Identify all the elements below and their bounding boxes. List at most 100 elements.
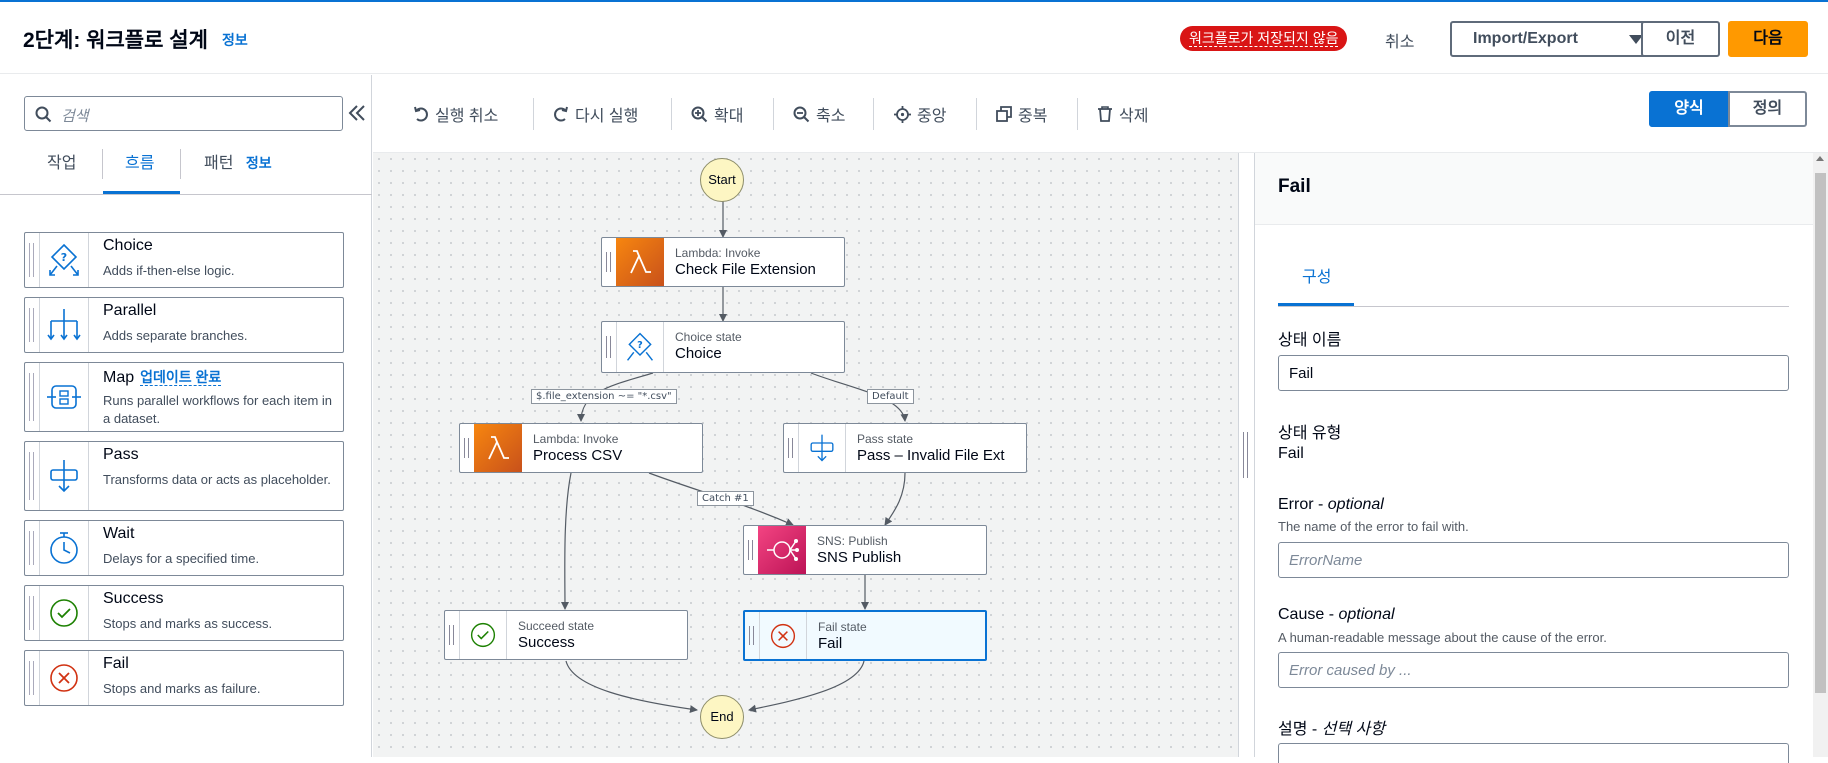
error-name-field[interactable]	[1278, 542, 1789, 578]
state-type-label: 상태 유형	[1278, 425, 1342, 442]
state-node-sns-publish[interactable]: SNS: Publish SNS Publish	[743, 525, 987, 575]
tab-configuration[interactable]: 구성	[1302, 263, 1331, 287]
end-node[interactable]: End	[700, 695, 744, 739]
center-button[interactable]: 중앙	[894, 102, 946, 126]
undo-button[interactable]: 실행 취소	[413, 102, 498, 126]
state-card-title: Choice	[103, 237, 153, 254]
cancel-button[interactable]: 취소	[1385, 28, 1414, 52]
drag-handle[interactable]	[29, 373, 34, 421]
state-card-title: Fail	[103, 655, 129, 672]
state-type-label: Lambda: Invoke	[533, 432, 619, 446]
zoom-out-button[interactable]: 축소	[793, 102, 845, 126]
state-type-label: SNS: Publish	[817, 534, 888, 548]
state-card-description: Adds if-then-else logic.	[103, 263, 235, 278]
state-node-choice[interactable]: ? Choice state Choice	[601, 321, 845, 373]
scroll-up-icon[interactable]	[1816, 156, 1824, 161]
drag-handle[interactable]	[464, 438, 469, 458]
drag-handle[interactable]	[606, 336, 611, 358]
state-card-pass[interactable]: Pass Transforms data or acts as placehol…	[24, 441, 344, 511]
drag-handle[interactable]	[29, 661, 34, 695]
tab-divider	[0, 194, 372, 195]
resize-handle[interactable]	[1243, 432, 1248, 478]
check-circle-icon	[39, 586, 89, 640]
tab-flow[interactable]: 흐름	[125, 149, 154, 173]
delete-button[interactable]: 삭제	[1097, 102, 1148, 126]
drag-handle[interactable]	[449, 625, 454, 645]
x-circle-icon	[39, 651, 89, 705]
state-node-fail-selected[interactable]: Fail state Fail	[743, 610, 987, 661]
drag-handle[interactable]	[748, 540, 753, 560]
state-card-description: Adds separate branches.	[103, 328, 248, 343]
mode-form-toggle[interactable]: 양식	[1649, 91, 1729, 127]
patterns-info-link[interactable]: 정보	[246, 155, 272, 171]
updated-badge[interactable]: 업데이트 완료	[140, 369, 222, 386]
state-card-fail[interactable]: Fail Stops and marks as failure.	[24, 650, 344, 706]
edge-label-default[interactable]: Default	[867, 389, 914, 404]
state-name-field[interactable]	[1278, 355, 1789, 391]
state-card-description: Stops and marks as failure.	[103, 681, 261, 696]
state-card-success[interactable]: Success Stops and marks as success.	[24, 585, 344, 641]
drag-handle[interactable]	[29, 531, 34, 565]
state-card-title: Parallel	[103, 302, 157, 319]
state-node-success[interactable]: Succeed state Success	[444, 610, 688, 660]
previous-button[interactable]: 이전	[1641, 21, 1720, 57]
edge-label-catch[interactable]: Catch #1	[697, 491, 754, 506]
state-name-label: 상태 이름	[1278, 332, 1342, 349]
mode-definition-toggle[interactable]: 정의	[1728, 91, 1807, 127]
state-type-label: Lambda: Invoke	[675, 246, 761, 260]
svg-text:?: ?	[637, 340, 643, 351]
search-input[interactable]: 검색	[24, 96, 343, 131]
drag-handle[interactable]	[788, 438, 793, 458]
state-card-choice[interactable]: ? Choice Adds if-then-else logic.	[24, 232, 344, 288]
tab-patterns[interactable]: 패턴 정보	[204, 149, 272, 173]
import-export-button[interactable]: Import/Export	[1450, 21, 1664, 57]
tab-separator	[102, 149, 103, 179]
drag-handle[interactable]	[29, 243, 34, 277]
choice-icon: ?	[39, 233, 89, 287]
state-name-label: Fail	[818, 635, 843, 652]
toolbar-separator	[873, 98, 874, 130]
next-button[interactable]: 다음	[1728, 21, 1808, 57]
drag-handle[interactable]	[749, 626, 754, 645]
edge-csv-success	[560, 472, 572, 610]
drag-handle[interactable]	[606, 252, 611, 272]
edge-fail-end	[748, 660, 865, 713]
duplicate-button[interactable]: 중복	[996, 102, 1047, 126]
tab-actions[interactable]: 작업	[47, 149, 76, 173]
cause-field[interactable]	[1278, 652, 1789, 688]
state-name-label: SNS Publish	[817, 549, 902, 566]
state-card-parallel[interactable]: Parallel Adds separate branches.	[24, 297, 344, 353]
state-card-description: Runs parallel workflows for each item in…	[103, 393, 333, 426]
zoom-in-button[interactable]: 확대	[691, 102, 743, 126]
state-node-invalid-file-ext[interactable]: Pass state Pass – Invalid File Ext	[783, 423, 1027, 473]
drag-handle[interactable]	[29, 308, 34, 342]
state-node-check-file-extension[interactable]: Lambda: Invoke Check File Extension	[601, 237, 845, 287]
edge-label-csv-rule[interactable]: $.file_extension ~= "*.csv"	[531, 389, 677, 404]
crosshair-icon	[894, 105, 911, 123]
toolbar-separator	[671, 98, 672, 130]
state-name-label: Process CSV	[533, 447, 623, 464]
start-node[interactable]: Start	[700, 158, 744, 202]
cause-label: Cause - optional	[1278, 606, 1395, 623]
state-node-process-csv[interactable]: Lambda: Invoke Process CSV	[459, 423, 703, 473]
inspector-header: Fail	[1255, 153, 1814, 225]
drag-handle[interactable]	[29, 596, 34, 630]
state-card-title: Map 업데이트 완료	[103, 369, 222, 386]
info-link[interactable]: 정보	[222, 30, 248, 50]
description-field[interactable]	[1278, 743, 1789, 763]
inspector-scrollbar[interactable]	[1813, 153, 1828, 757]
state-name-label: Choice	[675, 345, 722, 362]
pass-icon	[39, 442, 89, 510]
unsaved-status-badge[interactable]: 워크플로가 저장되지 않음	[1180, 26, 1348, 51]
drag-handle[interactable]	[29, 452, 34, 500]
scrollbar-thumb[interactable]	[1815, 173, 1826, 693]
state-card-wait[interactable]: Wait Delays for a specified time.	[24, 520, 344, 576]
state-card-description: Stops and marks as success.	[103, 616, 273, 631]
error-label: Error - optional	[1278, 496, 1384, 513]
sns-icon	[758, 526, 806, 574]
state-card-map[interactable]: Map 업데이트 완료 Runs parallel workflows for e…	[24, 362, 344, 432]
state-name-label: Check File Extension	[675, 261, 816, 278]
redo-button[interactable]: 다시 실행	[553, 102, 638, 126]
collapse-panel-icon[interactable]	[348, 104, 366, 122]
workflow-canvas[interactable]: Start Lambda: Invoke Check File Extensio…	[373, 153, 1238, 757]
